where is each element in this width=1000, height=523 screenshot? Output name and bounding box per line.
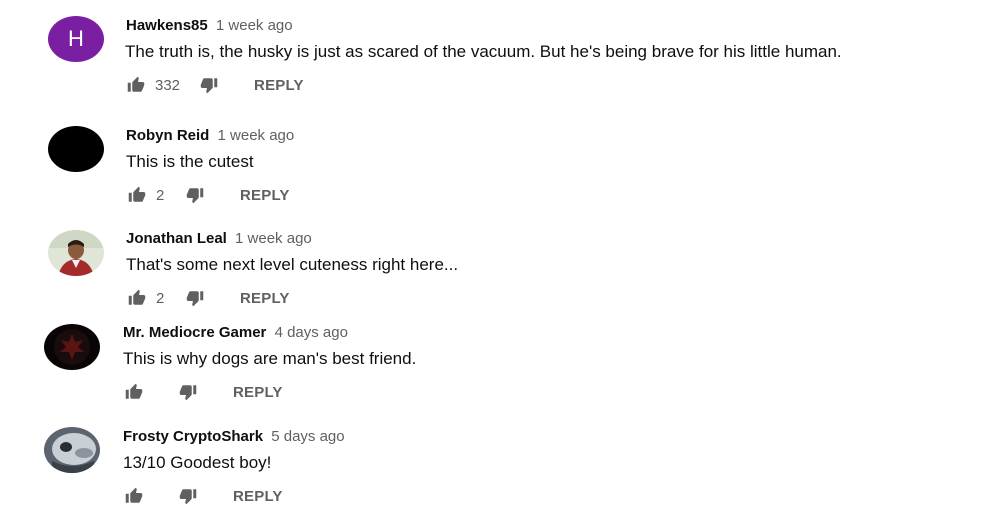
avatar[interactable] [48,230,104,276]
comment-timestamp[interactable]: 1 week ago [235,230,312,247]
thumb-up-icon [125,487,143,503]
comment-text: This is the cutest [126,152,254,171]
like-button[interactable] [123,381,145,403]
comment-author[interactable]: Mr. Mediocre Gamer [123,324,266,341]
thumb-down-icon [179,385,197,401]
comment-actions: REPLY [123,381,283,403]
like-button[interactable] [123,485,145,507]
like-button[interactable] [126,184,148,206]
comment-author[interactable]: Frosty CryptoShark [123,428,263,445]
comment-header: Mr. Mediocre Gamer 4 days ago [123,323,348,343]
comments-section: H Hawkens85 1 week ago The truth is, the… [0,0,1000,523]
thumb-down-icon [186,291,204,307]
comment-header: Robyn Reid 1 week ago [126,126,294,146]
comment-author[interactable]: Robyn Reid [126,127,209,144]
comment-timestamp[interactable]: 4 days ago [275,324,348,341]
dislike-button[interactable] [184,287,206,309]
comment-header: Jonathan Leal 1 week ago [126,229,312,249]
reply-button[interactable]: REPLY [240,290,290,307]
comment-timestamp[interactable]: 1 week ago [218,127,295,144]
comment-actions: 2 REPLY [126,184,290,206]
like-button[interactable] [126,287,148,309]
avatar[interactable] [48,126,104,172]
comment-text: 13/10 Goodest boy! [123,453,272,472]
avatar-photo [44,324,100,370]
comment-actions: REPLY [123,485,283,507]
dislike-button[interactable] [184,184,206,206]
dislike-button[interactable] [177,381,199,403]
thumb-up-icon [128,289,146,305]
reply-button[interactable]: REPLY [240,187,290,204]
thumb-up-icon [125,383,143,399]
comment-header: Frosty CryptoShark 5 days ago [123,427,345,447]
thumb-down-icon [179,489,197,505]
dislike-button[interactable] [177,485,199,507]
comment-timestamp[interactable]: 5 days ago [271,428,344,445]
reply-button[interactable]: REPLY [233,384,283,401]
comment-text: This is why dogs are man's best friend. [123,349,417,368]
comment-text: That's some next level cuteness right he… [126,255,459,274]
thumb-down-icon [186,188,204,204]
avatar[interactable] [44,427,100,473]
avatar-photo [44,427,100,473]
avatar-photo [48,230,104,276]
comment-author[interactable]: Jonathan Leal [126,230,227,247]
like-count: 2 [156,289,165,307]
thumb-up-icon [128,186,146,202]
comment-actions: 2 REPLY [126,287,290,309]
reply-button[interactable]: REPLY [233,488,283,505]
like-count: 2 [156,186,165,204]
comment-thread: Frosty CryptoShark 5 days ago 13/10 Good… [0,0,1000,505]
avatar[interactable] [44,324,100,370]
